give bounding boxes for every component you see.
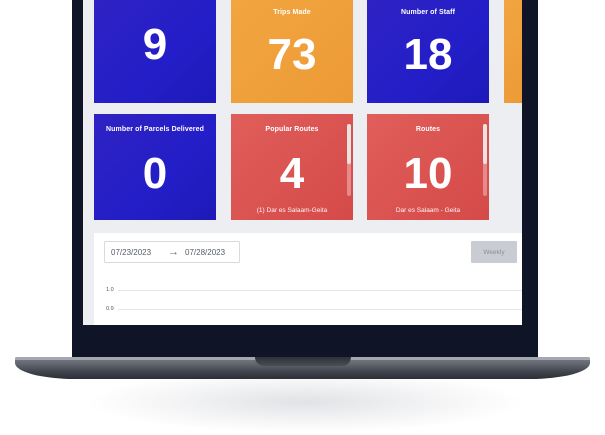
y-tick-label: 0.9 [106,306,114,312]
weekly-button[interactable]: Weekly [471,241,517,263]
gridline [118,290,522,291]
stat-value: 4 [279,149,305,198]
stat-value: 10 [403,149,453,198]
stat-value: 73 [267,30,317,79]
gridline [118,309,522,310]
chart-panel: 07/23/2023 → 07/28/2023 Weekly 1.0 0.9 [94,233,522,325]
stat-label: Popular Routes [265,126,319,133]
stat-tile-number-of-staff[interactable]: Number of Staff 18 [367,0,489,103]
stat-tile-partial[interactable] [504,0,522,103]
stat-value: 0 [142,149,168,198]
stat-subtext: Dar es Salaam - Geita [395,207,461,214]
stat-subtext: (1) Dar es Salaam-Geita [256,207,328,214]
date-range-picker[interactable]: 07/23/2023 → 07/28/2023 [104,241,240,263]
stat-label: Number of Staff [401,9,455,16]
laptop-hinge-notch [255,357,351,366]
end-date[interactable]: 07/28/2023 [185,248,225,257]
scrollbar-thumb[interactable] [347,124,351,164]
stat-tile-trips-made[interactable]: Trips Made 73 [231,0,353,103]
stat-label: Trips Made [273,9,311,16]
scrollbar[interactable] [347,124,351,196]
start-date[interactable]: 07/23/2023 [111,248,151,257]
stat-tile-popular-routes[interactable]: Popular Routes 4 (1) Dar es Salaam-Geita [231,114,353,220]
scrollbar-thumb[interactable] [483,124,487,164]
stat-label: Routes [415,126,441,133]
stat-value: 18 [403,30,453,79]
stat-tile-parcels-delivered[interactable]: Number of Parcels Delivered 0 [94,114,216,220]
laptop-shadow [90,372,520,432]
stat-tile-routes[interactable]: Routes 10 Dar es Salaam - Geita [367,114,489,220]
stat-label: Number of Parcels Delivered [105,126,205,133]
arrow-right-icon: → [168,246,179,258]
stat-value: 9 [142,20,168,69]
dashboard-screen: 9 Trips Made 73 Number of Staff 18 Numbe… [83,0,522,325]
y-tick-label: 1.0 [106,287,114,293]
scrollbar[interactable] [483,124,487,196]
stat-tile-count[interactable]: 9 [94,0,216,103]
